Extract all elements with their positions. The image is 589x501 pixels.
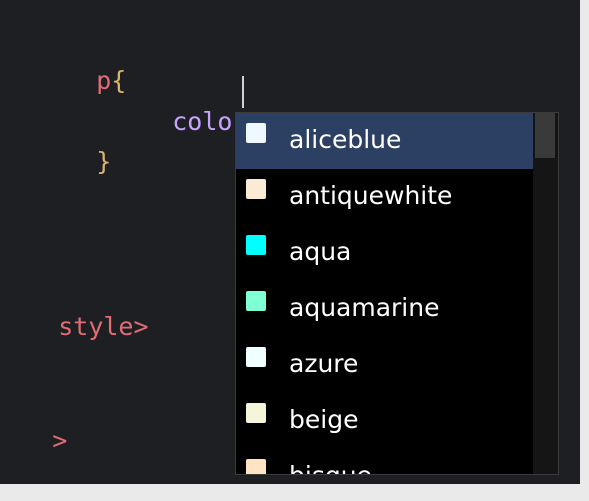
autocomplete-item-label: azure xyxy=(289,349,359,378)
autocomplete-item-aqua[interactable]: aqua xyxy=(236,225,535,281)
code-editor[interactable]: p{ color: } style> > aliceblue antiquewh… xyxy=(0,0,580,484)
color-swatch-icon xyxy=(246,459,266,474)
autocomplete-item-label: bisque xyxy=(289,461,372,474)
autocomplete-popup[interactable]: aliceblue antiquewhite aqua aquamarine a… xyxy=(235,112,559,475)
code-line-style-tag: style> xyxy=(0,282,149,372)
autocomplete-item-label: antiquewhite xyxy=(289,181,453,210)
autocomplete-item-antiquewhite[interactable]: antiquewhite xyxy=(236,169,535,225)
autocomplete-item-label: aquamarine xyxy=(289,293,440,322)
autocomplete-item-azure[interactable]: azure xyxy=(236,337,535,393)
autocomplete-scrollbar[interactable] xyxy=(533,113,558,474)
text-caret xyxy=(242,76,244,108)
closing-tag-fragment: > xyxy=(52,426,68,455)
code-line-close: } xyxy=(36,117,111,207)
color-swatch-icon xyxy=(246,291,266,311)
color-swatch-icon xyxy=(246,123,266,143)
color-swatch-icon xyxy=(246,179,266,199)
scrollbar-thumb[interactable] xyxy=(535,113,555,158)
autocomplete-item-label: aqua xyxy=(289,237,352,266)
autocomplete-item-aquamarine[interactable]: aquamarine xyxy=(236,281,535,337)
autocomplete-list[interactable]: aliceblue antiquewhite aqua aquamarine a… xyxy=(236,113,535,474)
autocomplete-item-bisque[interactable]: bisque xyxy=(236,449,535,474)
autocomplete-item-aliceblue[interactable]: aliceblue xyxy=(236,113,535,169)
close-brace: } xyxy=(96,147,112,176)
autocomplete-item-label: aliceblue xyxy=(289,125,402,154)
css-selector: p xyxy=(96,66,112,95)
autocomplete-item-beige[interactable]: beige xyxy=(236,393,535,449)
closing-style-tag: style> xyxy=(58,312,149,341)
autocomplete-item-label: beige xyxy=(289,405,359,434)
code-line-fragment: > xyxy=(0,396,67,484)
color-swatch-icon xyxy=(246,403,266,423)
color-swatch-icon xyxy=(246,235,266,255)
color-swatch-icon xyxy=(246,347,266,367)
